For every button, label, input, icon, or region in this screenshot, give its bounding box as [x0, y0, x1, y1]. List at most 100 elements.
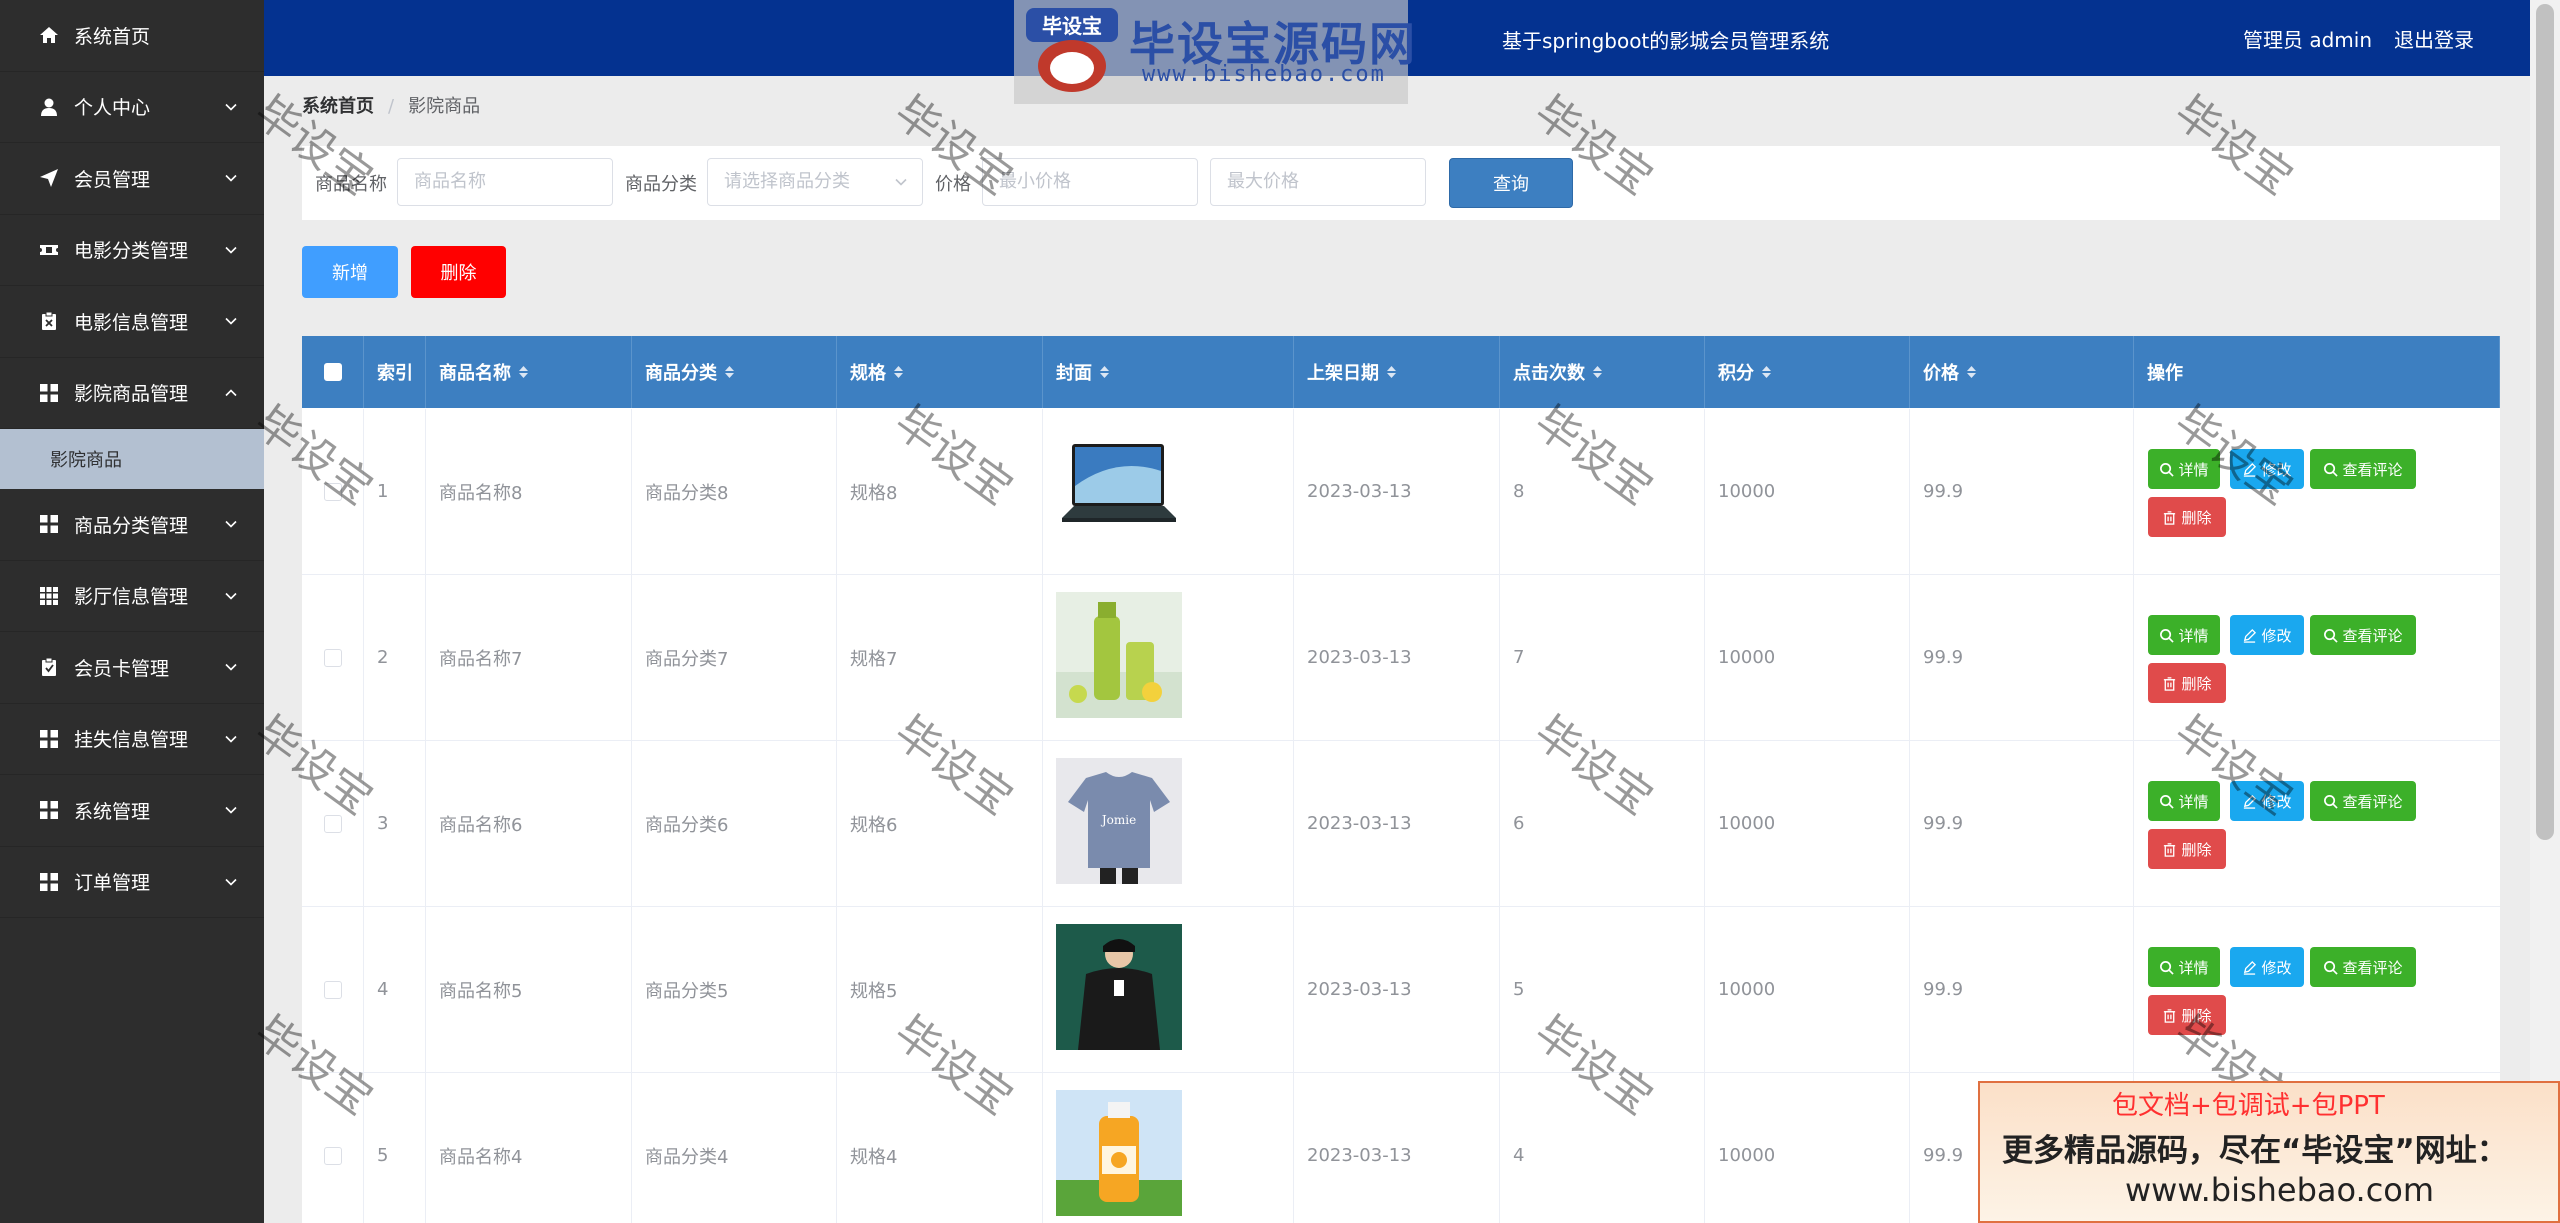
trash-icon	[2162, 510, 2177, 525]
row-delete-button[interactable]: 删除	[2148, 497, 2226, 537]
grid-icon	[38, 728, 60, 750]
breadcrumb-home[interactable]: 系统首页	[302, 96, 374, 117]
cell-date-text: 2023-03-13	[1307, 481, 1412, 502]
sidebar-item-hall-info[interactable]: 影厅信息管理	[0, 561, 264, 632]
add-button[interactable]: 新增	[302, 246, 398, 298]
sort-icon[interactable]	[1387, 366, 1396, 378]
name-input[interactable]: 商品名称	[397, 158, 613, 206]
column-header[interactable]: 封面	[1043, 336, 1294, 408]
cell-name: 商品名称4	[426, 1073, 632, 1223]
sidebar-item-system[interactable]: 系统管理	[0, 775, 264, 847]
edit-button[interactable]: 修改	[2230, 781, 2304, 821]
cell-points: 10000	[1705, 741, 1910, 906]
row-select-cell	[302, 741, 364, 906]
edit-button-label: 修改	[2261, 460, 2292, 479]
trash-icon	[2162, 676, 2177, 691]
cell-clicks: 8	[1500, 409, 1705, 574]
cell-index: 1	[364, 409, 426, 574]
edit-button[interactable]: 修改	[2230, 947, 2304, 987]
column-header[interactable]: 商品分类	[632, 336, 837, 408]
sidebar-item-label: 挂失信息管理	[74, 729, 189, 752]
cell-index: 4	[364, 907, 426, 1072]
cell-name: 商品名称5	[426, 907, 632, 1072]
detail-button[interactable]: 详情	[2148, 449, 2220, 489]
cell-date-text: 2023-03-13	[1307, 1145, 1412, 1166]
column-header[interactable]: 点击次数	[1500, 336, 1705, 408]
row-checkbox[interactable]	[323, 482, 342, 501]
row-delete-button[interactable]: 删除	[2148, 829, 2226, 869]
chevron-down-icon	[225, 592, 237, 600]
edit-button[interactable]: 修改	[2230, 615, 2304, 655]
sidebar-item-movie-info[interactable]: 电影信息管理	[0, 286, 264, 358]
view-reviews-button[interactable]: 查看评论	[2310, 449, 2416, 489]
row-checkbox[interactable]	[323, 980, 342, 999]
cell-name-text: 商品名称8	[439, 482, 523, 504]
cell-points: 10000	[1705, 907, 1910, 1072]
sort-icon[interactable]	[519, 366, 528, 378]
select-all-checkbox[interactable]	[323, 363, 342, 381]
breadcrumb-separator: /	[388, 96, 395, 117]
view-reviews-button[interactable]: 查看评论	[2310, 781, 2416, 821]
column-header-label: 商品分类	[645, 363, 717, 384]
sort-icon[interactable]	[1967, 366, 1976, 378]
column-header[interactable]: 商品名称	[426, 336, 632, 408]
cell-name: 商品名称8	[426, 409, 632, 574]
row-checkbox[interactable]	[323, 648, 342, 667]
sidebar-item-orders[interactable]: 订单管理	[0, 847, 264, 918]
column-header[interactable]: 积分	[1705, 336, 1910, 408]
page-scrollbar[interactable]	[2530, 0, 2560, 1223]
cell-points-text: 10000	[1718, 979, 1776, 1000]
min-price-input[interactable]: 最小价格	[982, 158, 1198, 206]
detail-button[interactable]: 详情	[2148, 947, 2220, 987]
send-icon	[38, 167, 60, 189]
row-checkbox[interactable]	[323, 1146, 342, 1165]
row-delete-button[interactable]: 删除	[2148, 663, 2226, 703]
table-row: 1 商品名称8 商品分类8 规格8 2023-03-13 8 10000 99.9 详情 修改 查看…	[302, 409, 2500, 575]
row-delete-button[interactable]: 删除	[2148, 995, 2226, 1035]
view-reviews-button[interactable]: 查看评论	[2310, 615, 2416, 655]
column-header[interactable]: 价格	[1910, 336, 2134, 408]
detail-button[interactable]: 详情	[2148, 615, 2220, 655]
cell-points: 10000	[1705, 575, 1910, 740]
row-checkbox[interactable]	[323, 814, 342, 833]
chevron-up-icon	[225, 389, 237, 396]
sidebar-item-home[interactable]: 系统首页	[0, 0, 264, 72]
query-button[interactable]: 查询	[1449, 158, 1573, 208]
promo-banner[interactable]: 包文档+包调试+包PPT 更多精品源码，尽在“毕设宝”网址： www.bishe…	[1978, 1081, 2560, 1223]
view-reviews-button[interactable]: 查看评论	[2310, 947, 2416, 987]
sidebar-item-goods-category[interactable]: 商品分类管理	[0, 489, 264, 561]
sidebar-item-members[interactable]: 会员管理	[0, 143, 264, 215]
scrollbar-thumb[interactable]	[2536, 4, 2554, 840]
column-header[interactable]: 规格	[837, 336, 1043, 408]
sidebar-item-personal-center[interactable]: 个人中心	[0, 72, 264, 143]
cell-category-text: 商品分类6	[645, 814, 729, 836]
select-all-header	[302, 336, 364, 408]
sort-icon[interactable]	[725, 366, 734, 378]
max-price-input[interactable]: 最大价格	[1210, 158, 1426, 206]
sort-icon[interactable]	[1100, 366, 1109, 378]
sidebar-item-member-card[interactable]: 会员卡管理	[0, 632, 264, 704]
cell-cover	[1043, 409, 1294, 574]
cell-category-text: 商品分类8	[645, 482, 729, 504]
category-select[interactable]: 请选择商品分类	[707, 158, 923, 206]
cell-name-text: 商品名称6	[439, 814, 523, 836]
detail-button[interactable]: 详情	[2148, 781, 2220, 821]
sidebar-item-loss-report[interactable]: 挂失信息管理	[0, 704, 264, 775]
sidebar-item-movie-category[interactable]: 电影分类管理	[0, 215, 264, 286]
column-header[interactable]: 上架日期	[1294, 336, 1500, 408]
logout-button[interactable]: 退出登录	[2394, 28, 2474, 52]
edit-button[interactable]: 修改	[2230, 449, 2304, 489]
sort-icon[interactable]	[1762, 366, 1771, 378]
sort-icon[interactable]	[1593, 366, 1602, 378]
sidebar-subitem-cinema-goods[interactable]: 影院商品	[0, 429, 264, 489]
app-title: 基于springboot的影城会员管理系统	[1502, 29, 1830, 53]
sort-icon[interactable]	[894, 366, 903, 378]
row-actions: 详情 修改 查看评论删除	[2134, 409, 2500, 574]
search-icon	[2323, 794, 2339, 809]
sidebar-item-cinema-goods[interactable]: 影院商品管理	[0, 358, 264, 429]
cell-spec-text: 规格6	[850, 814, 898, 836]
column-header-label: 操作	[2147, 363, 2183, 384]
search-icon	[2323, 462, 2339, 477]
delete-button[interactable]: 删除	[411, 246, 506, 298]
row-select-cell	[302, 1073, 364, 1223]
